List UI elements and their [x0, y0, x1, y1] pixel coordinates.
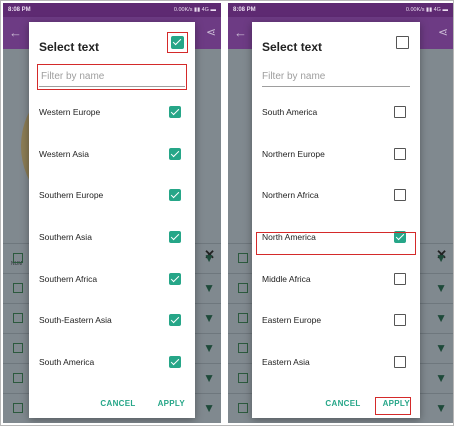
filter-icon: ▼	[435, 251, 447, 265]
dialog-title: Select text	[262, 40, 323, 54]
status-time: 8:08 PM	[233, 7, 256, 13]
background-checkbox	[13, 313, 23, 323]
background-checkbox	[238, 343, 248, 353]
cancel-button[interactable]: CANCEL	[100, 399, 135, 408]
dialog-actions: CANCEL APPLY	[100, 399, 185, 408]
status-network: 0.00K/s ▮▮ 4G ▬	[405, 7, 448, 13]
item-checkbox[interactable]	[394, 147, 406, 160]
screenshot-frame: 8:08 PM 0.00K/s ▮▮ 4G ▬ ← ⋖ ✕ NUM ▼ ▼ ▼ …	[0, 0, 454, 426]
list-item[interactable]: Middle Africa	[252, 258, 420, 300]
background-checkbox	[238, 253, 248, 263]
list-item[interactable]: South America	[29, 341, 195, 383]
select-text-dialog: Select text Filter by name Western Europ…	[29, 22, 195, 418]
list-item[interactable]: North America	[252, 216, 420, 258]
list-item-label: Western Asia	[39, 148, 89, 159]
item-checkbox[interactable]	[169, 147, 181, 160]
filter-icon: ▼	[203, 401, 215, 415]
list-item-label: South-Eastern Asia	[39, 315, 112, 326]
list-item-label: North America	[262, 231, 316, 242]
apply-button[interactable]: APPLY	[383, 399, 410, 408]
left-phone-screen: 8:08 PM 0.00K/s ▮▮ 4G ▬ ← ⋖ ✕ NUM ▼ ▼ ▼ …	[3, 3, 221, 423]
dialog-title: Select text	[39, 40, 100, 54]
apply-button[interactable]: APPLY	[158, 399, 185, 408]
status-network: 0.00K/s ▮▮ 4G ▬	[173, 7, 216, 13]
dialog-actions: CANCEL APPLY	[325, 399, 410, 408]
list-item[interactable]: South America	[252, 91, 420, 133]
list-item[interactable]: South-Eastern Asia	[29, 299, 195, 341]
back-arrow-icon[interactable]: ←	[9, 25, 22, 40]
filter-icon: ▼	[435, 401, 447, 415]
list-item[interactable]: Southern Europe	[29, 174, 195, 216]
list-item-label: Southern Asia	[39, 231, 92, 242]
share-icon[interactable]: ⋖	[438, 25, 448, 39]
item-checkbox[interactable]	[394, 314, 406, 327]
list-item[interactable]: Eastern Asia	[252, 341, 420, 383]
list-item[interactable]: Eastern Europe	[252, 299, 420, 341]
filter-icon: ▼	[435, 341, 447, 355]
filter-icon: ▼	[203, 251, 215, 265]
list-item-label: Northern Africa	[262, 190, 319, 201]
select-all-checkbox[interactable]	[171, 36, 184, 49]
background-checkbox	[13, 283, 23, 293]
list-item[interactable]: Northern Europe	[252, 133, 420, 175]
background-checkbox	[13, 373, 23, 383]
select-text-dialog: Select text Filter by name South America…	[252, 22, 420, 418]
filter-icon: ▼	[435, 311, 447, 325]
filter-icon: ▼	[435, 281, 447, 295]
list-item-label: Northern Europe	[262, 148, 325, 159]
option-list: Western Europe Western Asia Southern Eur…	[29, 91, 195, 383]
filter-icon: ▼	[203, 341, 215, 355]
list-item[interactable]: Southern Africa	[29, 258, 195, 300]
item-checkbox[interactable]	[394, 105, 406, 118]
item-checkbox[interactable]	[394, 230, 406, 243]
background-checkbox	[238, 373, 248, 383]
list-item-label: South America	[262, 106, 318, 117]
item-checkbox[interactable]	[169, 314, 181, 327]
background-checkbox	[13, 253, 23, 263]
list-item-label: Southern Europe	[39, 190, 104, 201]
item-checkbox[interactable]	[169, 272, 181, 285]
list-item-label: Southern Africa	[39, 273, 98, 284]
item-checkbox[interactable]	[394, 355, 406, 368]
background-checkbox	[238, 403, 248, 413]
list-item-label: Eastern Asia	[262, 356, 310, 367]
list-item[interactable]: Northern Africa	[252, 174, 420, 216]
list-item[interactable]: Southern Asia	[29, 216, 195, 258]
list-item[interactable]: Western Europe	[29, 91, 195, 133]
list-item-label: Western Europe	[39, 106, 101, 117]
list-item[interactable]: Western Asia	[29, 133, 195, 175]
filter-icon: ▼	[203, 311, 215, 325]
status-bar: 8:08 PM 0.00K/s ▮▮ 4G ▬	[3, 3, 221, 17]
item-checkbox[interactable]	[169, 105, 181, 118]
status-bar: 8:08 PM 0.00K/s ▮▮ 4G ▬	[228, 3, 453, 17]
background-checkbox	[13, 403, 23, 413]
back-arrow-icon[interactable]: ←	[234, 25, 247, 40]
item-checkbox[interactable]	[394, 189, 406, 202]
filter-input[interactable]: Filter by name	[262, 65, 410, 87]
background-checkbox	[238, 313, 248, 323]
share-icon[interactable]: ⋖	[206, 25, 216, 39]
filter-input[interactable]: Filter by name	[39, 65, 185, 87]
item-checkbox[interactable]	[169, 189, 181, 202]
filter-icon: ▼	[203, 281, 215, 295]
list-item-label: Eastern Europe	[262, 315, 322, 326]
cancel-button[interactable]: CANCEL	[325, 399, 360, 408]
right-phone-screen: 8:08 PM 0.00K/s ▮▮ 4G ▬ ← ⋖ ✕ ▼ ▼ ▼ ▼ ▼ …	[228, 3, 453, 423]
item-checkbox[interactable]	[169, 355, 181, 368]
status-time: 8:08 PM	[8, 7, 31, 13]
option-list: South America Northern Europe Northern A…	[252, 91, 420, 383]
filter-icon: ▼	[203, 371, 215, 385]
select-all-checkbox[interactable]	[396, 36, 409, 49]
background-checkbox	[13, 343, 23, 353]
list-item-label: South America	[39, 356, 95, 367]
list-item-label: Middle Africa	[262, 273, 311, 284]
background-checkbox	[238, 283, 248, 293]
item-checkbox[interactable]	[169, 230, 181, 243]
filter-icon: ▼	[435, 371, 447, 385]
item-checkbox[interactable]	[394, 272, 406, 285]
